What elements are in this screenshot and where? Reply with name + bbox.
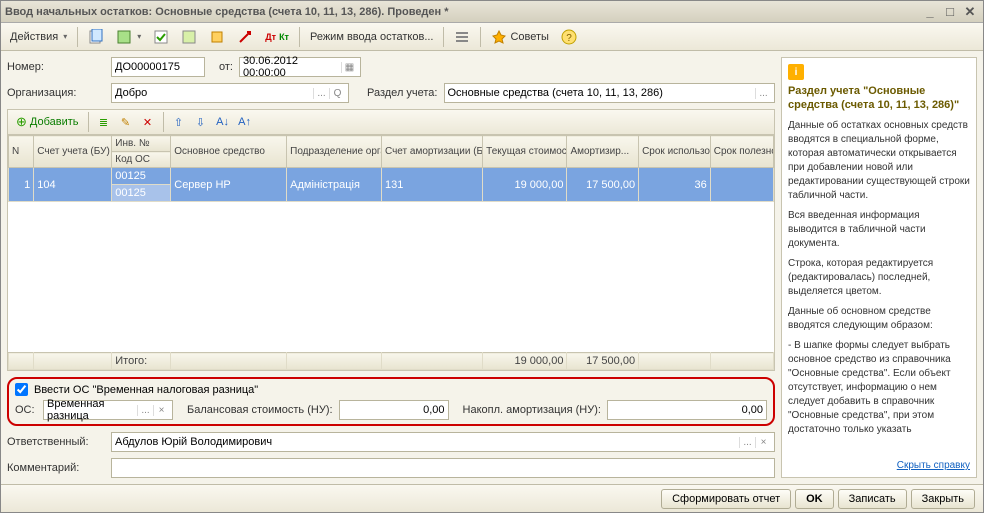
close-button[interactable]: ✕ <box>961 4 979 20</box>
date-label: от: <box>219 61 233 73</box>
bal-label: Балансовая стоимость (НУ): <box>187 404 333 416</box>
resp-label: Ответственный: <box>7 436 105 448</box>
hide-help-link[interactable]: Скрыть справку <box>788 460 970 471</box>
nak-label: Накопл. амортизация (НУ): <box>463 404 601 416</box>
col-dept[interactable]: Подразделение организации <box>287 136 382 168</box>
select-icon[interactable]: ... <box>313 88 329 99</box>
org-label: Организация: <box>7 87 105 99</box>
select-icon[interactable]: ... <box>755 88 771 99</box>
help-body: Данные об остатках основных средств ввод… <box>788 119 970 460</box>
ok-button[interactable]: OK <box>795 489 834 509</box>
number-label: Номер: <box>7 61 105 73</box>
totals-row: Итого: 19 000,00 17 500,00 <box>9 353 774 370</box>
col-useful[interactable]: Срок полезно... <box>710 136 773 168</box>
toolbar-icon-3[interactable] <box>148 26 174 48</box>
col-code[interactable]: Код ОС <box>112 152 171 168</box>
open-icon[interactable]: Q <box>329 88 345 99</box>
col-acct[interactable]: Счет учета (БУ) <box>34 136 112 168</box>
main-toolbar: Действия ДтКт Режим ввода остатков... Со… <box>1 23 983 51</box>
help-icon[interactable]: ? <box>556 26 582 48</box>
toolbar-icon-6[interactable] <box>232 26 258 48</box>
resp-input[interactable]: Абдулов Юрій Володимирович...× <box>111 432 775 452</box>
toolbar-icon-5[interactable] <box>204 26 230 48</box>
tax-diff-checkbox[interactable]: Ввести ОС "Временная налоговая разница" <box>15 383 767 396</box>
move-down-icon[interactable]: ⇩ <box>191 112 211 132</box>
section-label: Раздел учета: <box>367 87 438 99</box>
col-cost[interactable]: Текущая стоимость ... <box>483 136 567 168</box>
col-amort[interactable]: Амортизир... <box>567 136 639 168</box>
help-panel: i Раздел учета "Основные средства (счета… <box>781 57 977 478</box>
edit-icon[interactable]: ✎ <box>116 112 136 132</box>
number-input[interactable]: ДО00000175 <box>111 57 205 77</box>
help-title: Раздел учета "Основные средства (счета 1… <box>788 84 970 113</box>
maximize-button[interactable]: □ <box>941 4 959 20</box>
save-button[interactable]: Записать <box>838 489 907 509</box>
report-button[interactable]: Сформировать отчет <box>661 489 791 509</box>
toolbar-icon-2[interactable] <box>111 26 146 48</box>
data-grid[interactable]: N Счет учета (БУ) Инв. № Основное средст… <box>8 135 774 202</box>
clear-icon[interactable]: × <box>755 437 771 448</box>
list-icon[interactable] <box>449 26 475 48</box>
titlebar: Ввод начальных остатков: Основные средст… <box>1 1 983 23</box>
select-icon[interactable]: ... <box>137 405 153 416</box>
bottom-bar: Сформировать отчет OK Записать Закрыть <box>1 484 983 512</box>
window-title: Ввод начальных остатков: Основные средст… <box>5 6 919 18</box>
nak-input[interactable]: 0,00 <box>607 400 767 420</box>
minimize-button[interactable]: _ <box>921 4 939 20</box>
move-up-icon[interactable]: ⇧ <box>169 112 189 132</box>
org-input[interactable]: Добро...Q <box>111 83 349 103</box>
col-amort-acct[interactable]: Счет амортизации (БУ) <box>381 136 482 168</box>
add-button[interactable]: Добавить <box>12 112 83 132</box>
sort-desc-icon[interactable]: A↑ <box>235 112 255 132</box>
select-icon[interactable]: ... <box>739 437 755 448</box>
bal-input[interactable]: 0,00 <box>339 400 449 420</box>
toolbar-icon-1[interactable] <box>83 26 109 48</box>
section-input[interactable]: Основные средства (счета 10, 11, 13, 286… <box>444 83 776 103</box>
svg-text:?: ? <box>566 33 572 44</box>
mode-button[interactable]: Режим ввода остатков... <box>305 28 439 46</box>
comment-input[interactable] <box>111 458 775 478</box>
tax-diff-box: Ввести ОС "Временная налоговая разница" … <box>7 377 775 426</box>
col-n[interactable]: N <box>9 136 34 168</box>
close-button[interactable]: Закрыть <box>911 489 975 509</box>
os-input[interactable]: Временная разница...× <box>43 400 173 420</box>
info-icon: i <box>788 64 804 80</box>
table-row[interactable]: 1 104 00125 Сервер HP Адміністрація 131 … <box>9 168 774 185</box>
col-inv[interactable]: Инв. № <box>112 136 171 152</box>
os-label: ОС: <box>15 404 37 416</box>
toolbar-icon-4[interactable] <box>176 26 202 48</box>
col-asset[interactable]: Основное средство <box>171 136 287 168</box>
checkbox-input[interactable] <box>15 383 28 396</box>
tips-button[interactable]: Советы <box>486 26 553 48</box>
clear-icon[interactable]: × <box>153 405 169 416</box>
dt-kt-icon[interactable]: ДтКт <box>260 29 294 45</box>
delete-icon[interactable]: ✕ <box>138 112 158 132</box>
add-row-icon[interactable]: ≣ <box>94 112 114 132</box>
comment-label: Комментарий: <box>7 462 105 474</box>
sort-asc-icon[interactable]: A↓ <box>213 112 233 132</box>
actions-menu[interactable]: Действия <box>5 28 72 46</box>
date-input[interactable]: 30.06.2012 00:00:00▦ <box>239 57 361 77</box>
table-toolbar: Добавить ≣ ✎ ✕ ⇧ ⇩ A↓ A↑ <box>7 109 775 135</box>
col-life[interactable]: Срок использов... <box>639 136 711 168</box>
calendar-icon[interactable]: ▦ <box>341 62 357 73</box>
